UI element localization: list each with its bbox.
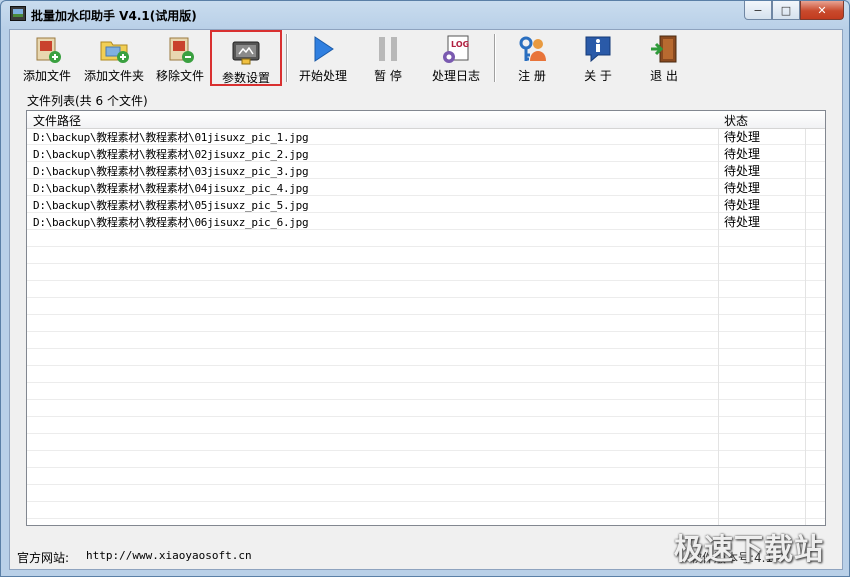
toolbar-separator <box>286 34 288 82</box>
app-icon <box>10 6 26 21</box>
settings-button[interactable]: 参数设置 <box>210 30 282 86</box>
pause-button[interactable]: 暂 停 <box>360 30 416 86</box>
start-button[interactable]: 开始处理 <box>292 30 354 86</box>
official-site-link[interactable]: http://www.xiaoyaosoft.cn <box>86 549 252 562</box>
window-title: 批量加水印助手 V4.1(试用版) <box>31 9 197 23</box>
client-area: 添加文件 添加文件夹 移除文件 参数设置 开始处理 暂 停 LOG 处理日志 注… <box>9 29 843 570</box>
exit-button[interactable]: 退 出 <box>636 30 692 86</box>
settings-label: 参数设置 <box>221 71 270 85</box>
watermark-text: 极速下载站 <box>674 532 825 566</box>
file-path: D:\backup\教程素材\教程素材\05jisuxz_pic_5.jpg <box>33 199 309 212</box>
column-header-status[interactable]: 状态 <box>724 112 748 129</box>
register-label: 注 册 <box>518 69 546 83</box>
close-button[interactable]: ✕ <box>800 1 844 20</box>
minimize-button[interactable]: − <box>744 1 772 20</box>
file-status: 待处理 <box>724 215 761 229</box>
start-label: 开始处理 <box>298 69 347 83</box>
toolbar-separator <box>494 34 496 82</box>
log-icon: LOG <box>443 35 469 63</box>
exit-door-icon <box>651 35 677 63</box>
pause-icon <box>379 37 397 61</box>
add-file-button[interactable]: 添加文件 <box>16 30 78 86</box>
add-file-icon <box>36 37 61 63</box>
log-button[interactable]: LOG 处理日志 <box>426 30 486 86</box>
settings-icon <box>232 41 260 65</box>
app-window: 批量加水印助手 V4.1(试用版) − □ ✕ 添加文件 添加文件夹 移除文件 … <box>0 0 850 577</box>
file-list[interactable]: 文件路径 状态 D:\backup\教程素材\教程素材\01jisuxz_pic… <box>26 110 826 526</box>
table-row[interactable]: D:\backup\教程素材\教程素材\02jisuxz_pic_2.jpg 待… <box>27 145 825 162</box>
file-path: D:\backup\教程素材\教程素材\02jisuxz_pic_2.jpg <box>33 148 309 161</box>
file-status: 待处理 <box>724 147 761 161</box>
remove-file-icon <box>169 37 194 63</box>
exit-label: 退 出 <box>650 69 678 83</box>
file-path: D:\backup\教程素材\教程素材\01jisuxz_pic_1.jpg <box>33 131 309 144</box>
toolbar: 添加文件 添加文件夹 移除文件 参数设置 开始处理 暂 停 LOG 处理日志 注… <box>10 30 842 88</box>
official-site-label: 官方网站: <box>17 551 70 565</box>
info-icon <box>585 36 611 63</box>
file-list-caption: 文件列表(共 6 个文件) <box>27 94 148 108</box>
add-folder-button[interactable]: 添加文件夹 <box>82 30 146 86</box>
table-row[interactable]: D:\backup\教程素材\教程素材\04jisuxz_pic_4.jpg 待… <box>27 179 825 196</box>
table-row[interactable]: D:\backup\教程素材\教程素材\03jisuxz_pic_3.jpg 待… <box>27 162 825 179</box>
svg-text:LOG: LOG <box>451 40 469 49</box>
file-path: D:\backup\教程素材\教程素材\04jisuxz_pic_4.jpg <box>33 182 309 195</box>
about-button[interactable]: 关 于 <box>570 30 626 86</box>
file-path: D:\backup\教程素材\教程素材\03jisuxz_pic_3.jpg <box>33 165 309 178</box>
table-row[interactable]: D:\backup\教程素材\教程素材\05jisuxz_pic_5.jpg 待… <box>27 196 825 213</box>
remove-file-button[interactable]: 移除文件 <box>152 30 208 86</box>
table-row[interactable]: D:\backup\教程素材\教程素材\01jisuxz_pic_1.jpg 待… <box>27 128 825 145</box>
add-folder-label: 添加文件夹 <box>83 69 144 83</box>
register-button[interactable]: 注 册 <box>504 30 560 86</box>
file-path: D:\backup\教程素材\教程素材\06jisuxz_pic_6.jpg <box>33 216 309 229</box>
maximize-button[interactable]: □ <box>772 1 800 20</box>
file-status: 待处理 <box>724 130 761 144</box>
pause-label: 暂 停 <box>374 69 402 83</box>
log-label: 处理日志 <box>431 69 480 83</box>
file-status: 待处理 <box>724 198 761 212</box>
add-file-label: 添加文件 <box>22 69 71 83</box>
table-row[interactable]: D:\backup\教程素材\教程素材\06jisuxz_pic_6.jpg 待… <box>27 213 825 230</box>
remove-file-label: 移除文件 <box>155 69 204 83</box>
column-header-path[interactable]: 文件路径 <box>33 112 81 129</box>
file-list-rows: D:\backup\教程素材\教程素材\01jisuxz_pic_1.jpg 待… <box>27 128 825 230</box>
file-list-header: 文件路径 状态 <box>27 111 825 129</box>
file-status: 待处理 <box>724 164 761 178</box>
register-key-user-icon <box>519 36 546 61</box>
add-folder-icon <box>100 41 129 63</box>
play-icon <box>314 36 334 62</box>
file-status: 待处理 <box>724 181 761 195</box>
title-bar[interactable]: 批量加水印助手 V4.1(试用版) − □ ✕ <box>1 1 849 29</box>
about-label: 关 于 <box>584 69 612 83</box>
